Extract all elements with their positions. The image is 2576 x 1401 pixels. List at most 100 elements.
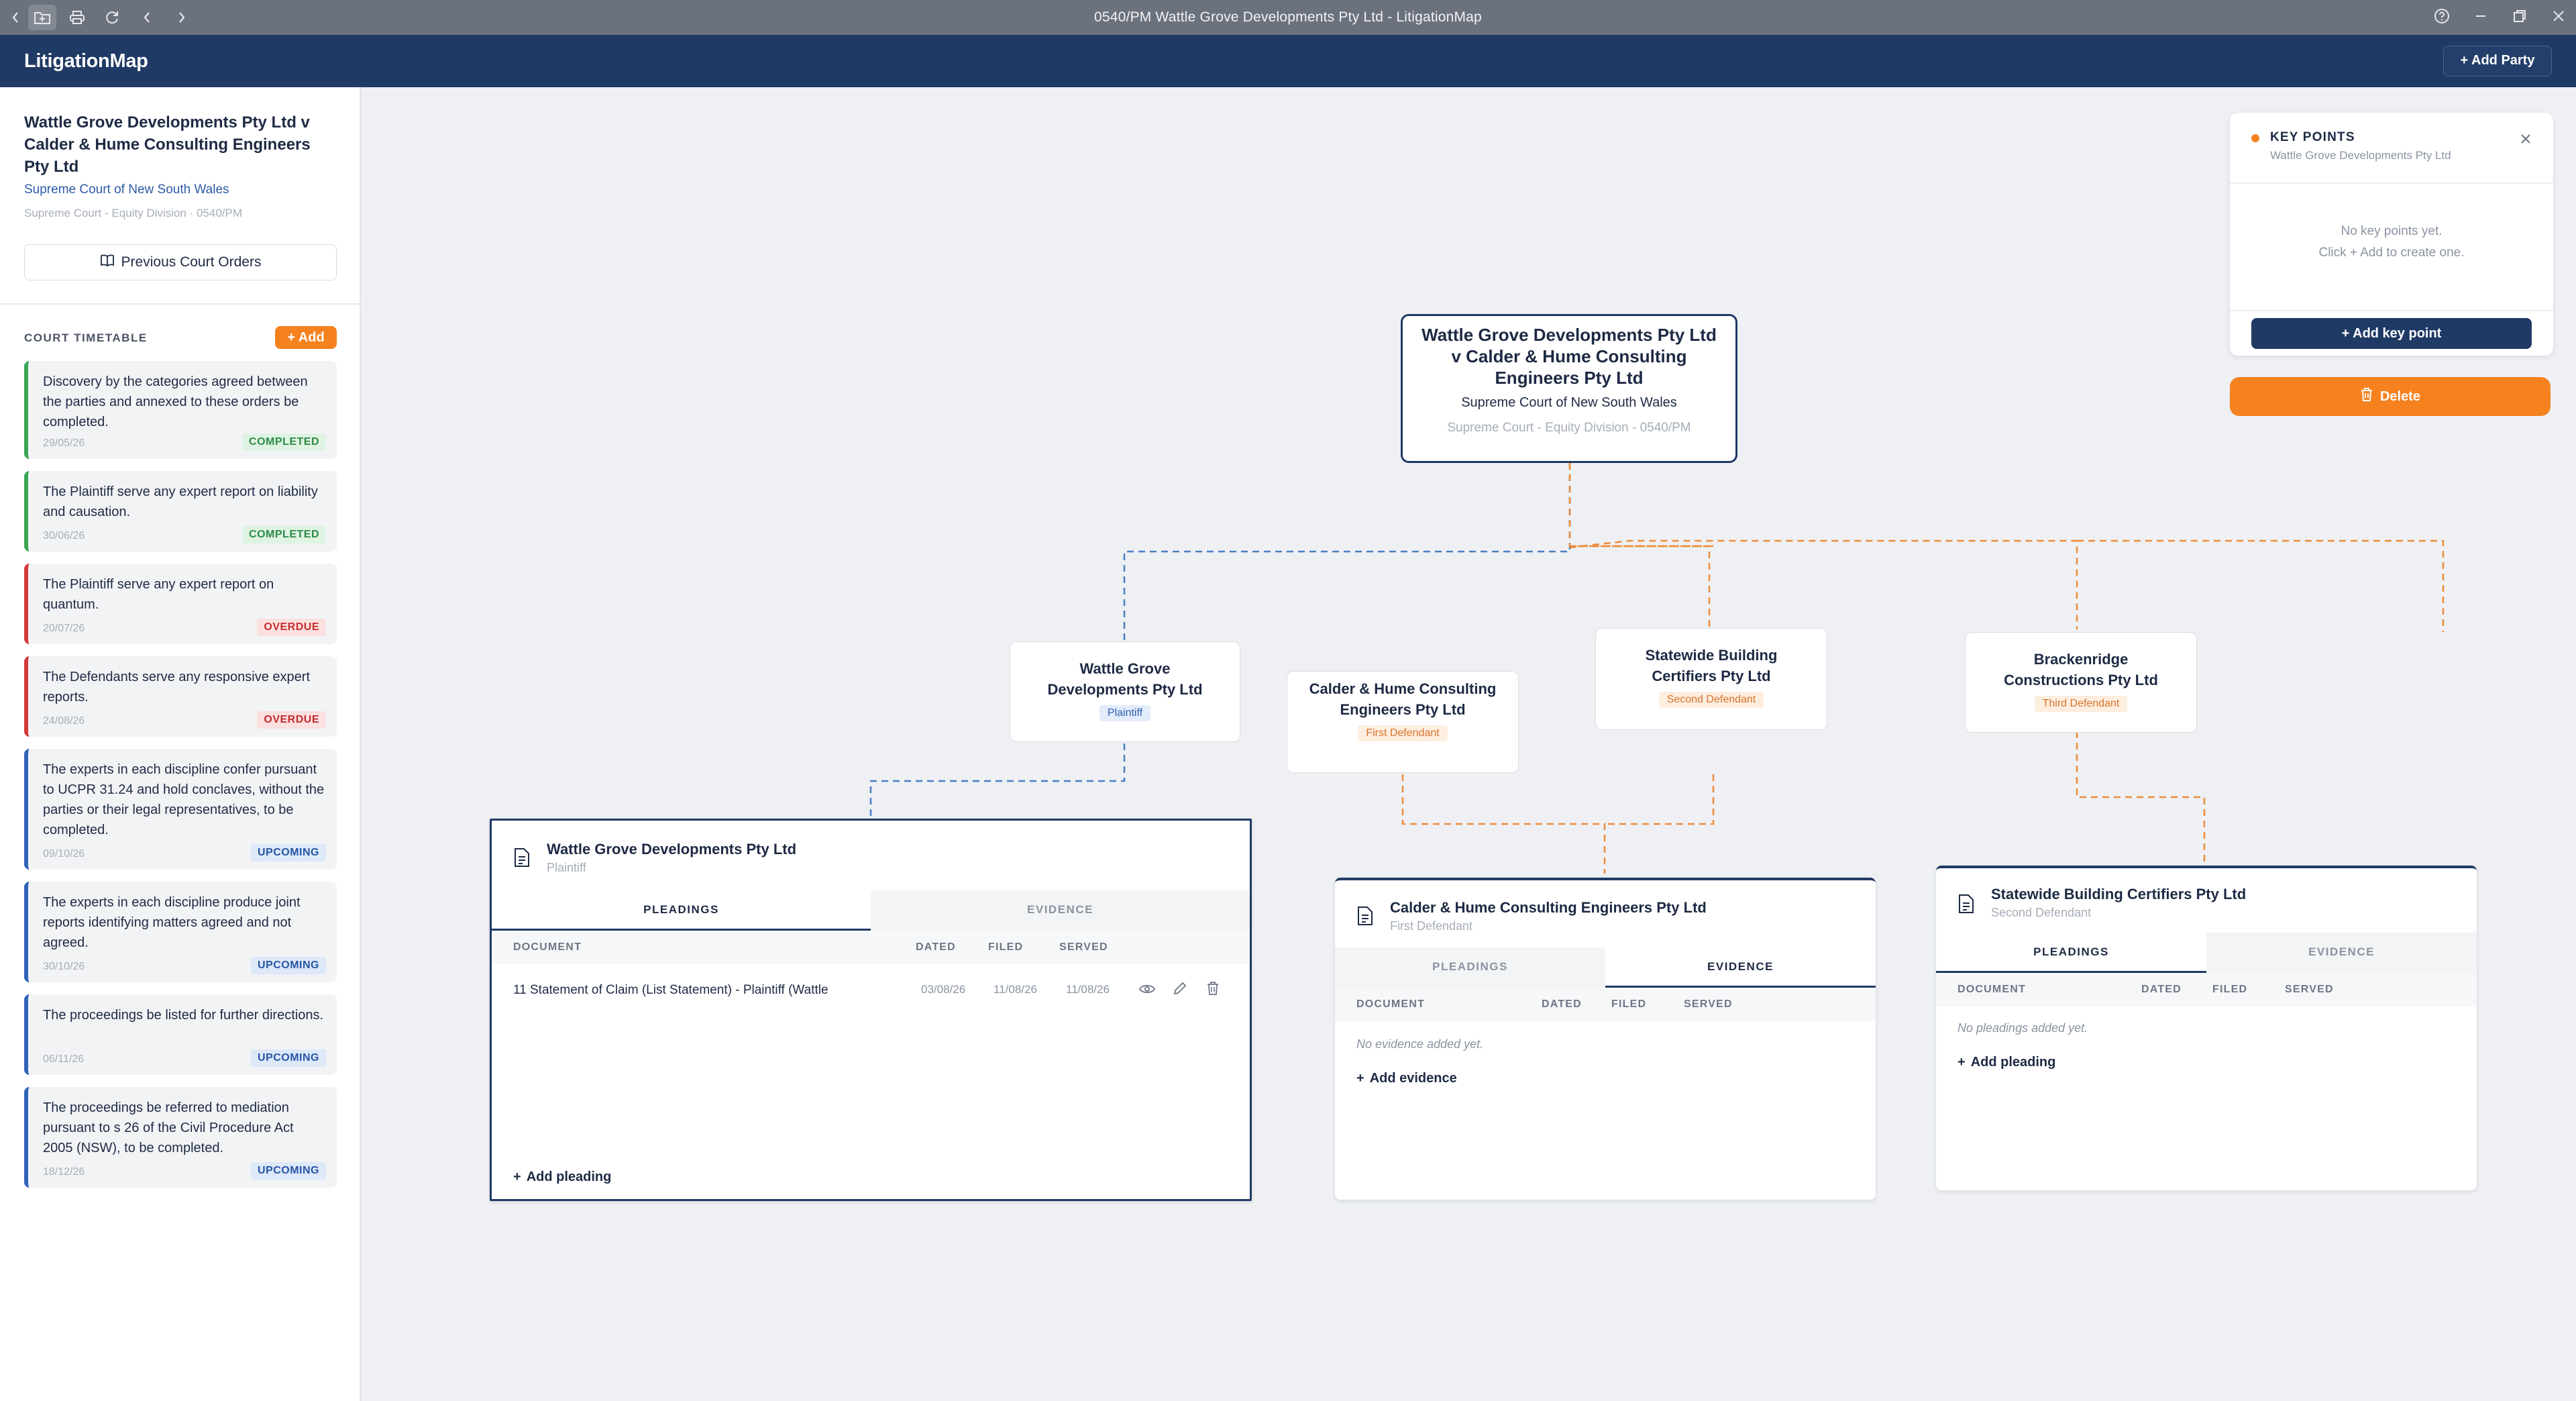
column-document: DOCUMENT — [1957, 984, 2027, 995]
column-dated: DATED — [916, 941, 956, 953]
add-timetable-button[interactable]: + Add — [275, 326, 337, 349]
add-party-button[interactable]: + Add Party — [2443, 46, 2552, 76]
panel-tabs: PLEADINGS EVIDENCE — [1335, 947, 1876, 988]
timetable-item[interactable]: Discovery by the categories agreed betwe… — [24, 361, 337, 459]
eye-icon[interactable] — [1138, 982, 1156, 1000]
column-filed: FILED — [2212, 984, 2248, 995]
case-sidebar: Wattle Grove Developments Pty Ltd v Cald… — [0, 87, 361, 1401]
table-row[interactable]: 11 Statement of Claim (List Statement) -… — [492, 970, 1250, 1010]
case-title: Wattle Grove Developments Pty Ltd v Cald… — [24, 113, 311, 176]
panel-column-headers: DOCUMENT DATED FILED SERVED — [1335, 988, 1876, 1021]
connector-plaintiff-panel — [869, 743, 1126, 816]
column-served: SERVED — [2285, 984, 2334, 995]
add-pleading-label: Add pleading — [1970, 1055, 2056, 1070]
timetable-item-text: The proceedings be listed for further di… — [43, 1008, 323, 1023]
panel-party-role: First Defendant — [1390, 919, 1473, 933]
column-dated: DATED — [2141, 984, 2182, 995]
book-icon — [100, 254, 115, 271]
timetable-item[interactable]: The proceedings be referred to mediation… — [24, 1087, 337, 1188]
party-node-third-defendant[interactable]: Brackenridge Constructions Pty Ltd Third… — [1965, 632, 2197, 733]
party-name: Calder & Hume Consulting Engineers Pty L… — [1309, 680, 1497, 718]
tab-evidence[interactable]: EVIDENCE — [2206, 933, 2477, 973]
panel-party-role: Plaintiff — [547, 861, 586, 874]
tab-evidence[interactable]: EVIDENCE — [1605, 947, 1876, 988]
timetable-item-date: 29/05/26 — [43, 437, 85, 449]
key-points-indicator — [2251, 134, 2259, 142]
empty-evidence-text: No evidence added yet. — [1356, 1037, 1484, 1051]
tab-evidence[interactable]: EVIDENCE — [871, 890, 1250, 931]
timetable-item-date: 09/10/26 — [43, 848, 85, 860]
timetable-item[interactable]: The experts in each discipline confer pu… — [24, 749, 337, 870]
panel-party-name: Calder & Hume Consulting Engineers Pty L… — [1390, 899, 1707, 916]
help-icon[interactable] — [2434, 8, 2450, 28]
party-role-badge: Third Defendant — [2034, 696, 2128, 712]
connector-second-defendant — [1569, 539, 2078, 629]
plus-icon: + — [1957, 1055, 1966, 1070]
add-evidence-button[interactable]: + Add evidence — [1356, 1071, 1457, 1086]
tab-pleadings[interactable]: PLEADINGS — [492, 890, 871, 931]
key-points-divider — [2230, 183, 2553, 184]
status-badge: UPCOMING — [251, 844, 326, 862]
panel-tabs: PLEADINGS EVIDENCE — [492, 890, 1250, 931]
edit-icon[interactable] — [1172, 980, 1188, 1000]
timetable-item-date: 30/10/26 — [43, 961, 85, 972]
party-node-first-defendant[interactable]: Calder & Hume Consulting Engineers Pty L… — [1287, 671, 1519, 773]
timetable-item-text: The proceedings be referred to mediation… — [43, 1100, 294, 1155]
status-badge: UPCOMING — [251, 1162, 326, 1180]
add-key-point-button[interactable]: + Add key point — [2251, 318, 2532, 349]
status-badge: COMPLETED — [242, 433, 326, 451]
document-panel-second-defendant[interactable]: Statewide Building Certifiers Pty Ltd Se… — [1936, 866, 2477, 1190]
sidebar-divider — [0, 303, 360, 305]
plus-icon: + — [513, 1170, 521, 1184]
tab-pleadings[interactable]: PLEADINGS — [1335, 947, 1605, 988]
row-document: 11 Statement of Claim (List Statement) -… — [513, 983, 828, 997]
document-panel-first-defendant[interactable]: Calder & Hume Consulting Engineers Pty L… — [1335, 878, 1876, 1200]
row-dated: 03/08/26 — [921, 983, 966, 996]
column-served: SERVED — [1684, 998, 1733, 1010]
add-pleading-button[interactable]: + Add pleading — [513, 1170, 611, 1185]
column-document: DOCUMENT — [1356, 998, 1426, 1010]
column-filed: FILED — [988, 941, 1024, 953]
root-case-title: Wattle Grove Developments Pty Ltd v Cald… — [1421, 325, 1717, 388]
previous-court-orders-button[interactable]: Previous Court Orders — [24, 244, 337, 280]
status-badge: OVERDUE — [257, 619, 326, 636]
status-badge: COMPLETED — [242, 526, 326, 543]
tab-pleadings[interactable]: PLEADINGS — [1936, 933, 2206, 973]
connector-second-defendant-panel — [2076, 731, 2206, 863]
key-points-empty-text: No key points yet. — [2341, 224, 2443, 238]
trash-icon[interactable] — [1205, 980, 1220, 1000]
timetable-item[interactable]: The Defendants serve any responsive expe… — [24, 656, 337, 737]
restore-icon[interactable] — [2512, 8, 2528, 28]
party-node-plaintiff[interactable]: Wattle Grove Developments Pty Ltd Plaint… — [1010, 641, 1240, 742]
empty-pleadings-text: No pleadings added yet. — [1957, 1021, 2088, 1035]
timetable-item-date: 20/07/26 — [43, 623, 85, 634]
timetable-item[interactable]: The Plaintiff serve any expert report on… — [24, 471, 337, 552]
key-points-divider — [2230, 310, 2553, 311]
party-role-badge: Plaintiff — [1099, 705, 1151, 721]
app-header: LitigationMap + Add Party — [0, 35, 2576, 87]
close-icon[interactable] — [2516, 129, 2536, 149]
timetable-item-text: The Defendants serve any responsive expe… — [43, 670, 310, 705]
minimize-icon[interactable] — [2473, 8, 2489, 28]
party-node-second-defendant[interactable]: Statewide Building Certifiers Pty Ltd Se… — [1595, 628, 1827, 730]
column-filed: FILED — [1611, 998, 1647, 1010]
status-badge: OVERDUE — [257, 711, 326, 729]
document-panel-plaintiff[interactable]: Wattle Grove Developments Pty Ltd Plaint… — [490, 819, 1252, 1201]
timetable-item-text: The experts in each discipline confer pu… — [43, 762, 325, 837]
case-root-node[interactable]: Wattle Grove Developments Pty Ltd v Cald… — [1401, 314, 1737, 463]
document-icon — [513, 847, 531, 871]
delete-button[interactable]: Delete — [2230, 377, 2551, 416]
panel-party-name: Wattle Grove Developments Pty Ltd — [547, 841, 797, 858]
timetable-item[interactable]: The proceedings be listed for further di… — [24, 994, 337, 1075]
timetable-item-date: 30/06/26 — [43, 530, 85, 541]
connector-plaintiff — [1123, 463, 1571, 641]
timetable-item[interactable]: The experts in each discipline produce j… — [24, 882, 337, 982]
connector-first-defendant-panel — [1401, 774, 1606, 874]
timetable-item[interactable]: The Plaintiff serve any expert report on… — [24, 564, 337, 644]
case-division: Supreme Court - Equity Division · 0540/P… — [24, 207, 243, 219]
panel-party-role: Second Defendant — [1991, 906, 2092, 919]
add-pleading-button[interactable]: + Add pleading — [1957, 1055, 2055, 1070]
party-role-badge: First Defendant — [1358, 725, 1448, 741]
trash-icon — [2360, 387, 2373, 406]
close-window-icon[interactable] — [2551, 8, 2567, 28]
